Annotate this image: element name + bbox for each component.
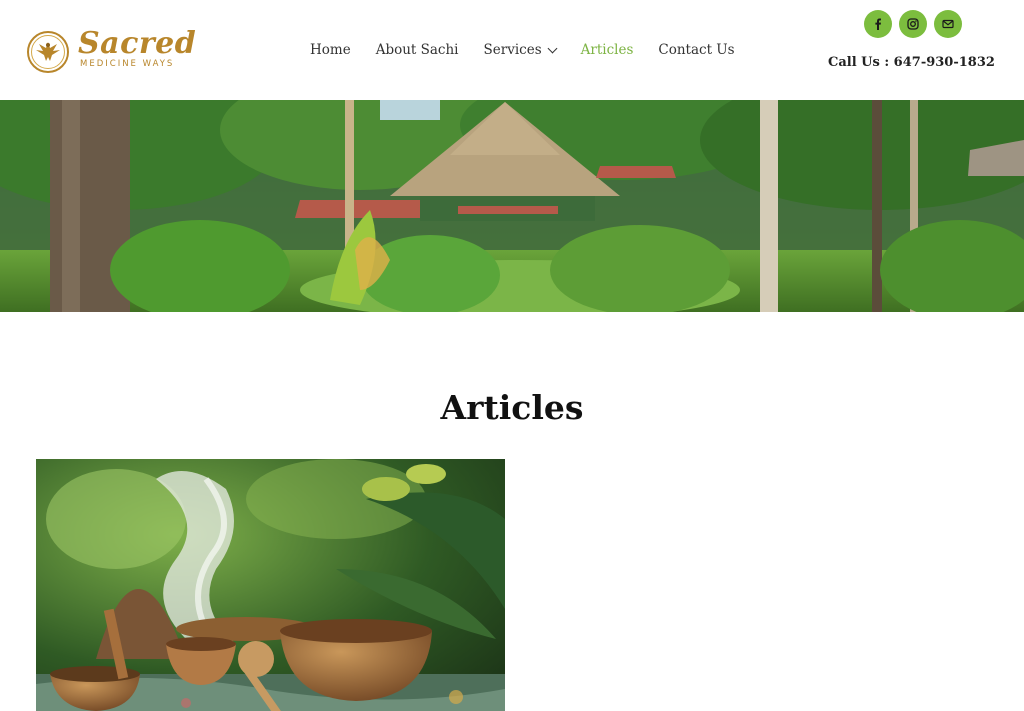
jungle-lodge-illustration xyxy=(0,100,1024,312)
facebook-button[interactable] xyxy=(864,10,892,38)
singing-bowl-ceremony-image xyxy=(36,459,505,711)
instagram-button[interactable] xyxy=(899,10,927,38)
chevron-down-icon xyxy=(547,43,558,53)
phoenix-emblem-icon xyxy=(27,31,69,73)
nav-services-label: Services xyxy=(483,42,542,58)
email-button[interactable] xyxy=(934,10,962,38)
main-nav: Home About Sachi Services Articles Conta… xyxy=(310,40,760,60)
article-card-image[interactable] xyxy=(36,459,505,711)
nav-home-label: Home xyxy=(310,42,351,58)
social-links xyxy=(864,10,962,38)
nav-about-sachi[interactable]: About Sachi xyxy=(376,40,459,60)
instagram-icon xyxy=(907,18,919,30)
logo-tagline: MEDICINE WAYS xyxy=(80,59,175,69)
site-logo[interactable]: Sacred MEDICINE WAYS xyxy=(26,26,196,74)
call-us-text[interactable]: Call Us : 647-930-1832 xyxy=(828,55,995,70)
page-title: Articles xyxy=(440,388,584,427)
nav-home[interactable]: Home xyxy=(310,40,351,60)
nav-contact-us[interactable]: Contact Us xyxy=(658,40,734,60)
logo-wordmark: Sacred xyxy=(78,26,197,61)
nav-articles-label: Articles xyxy=(580,42,634,58)
envelope-icon xyxy=(942,19,954,29)
facebook-icon xyxy=(875,18,881,30)
hero-banner-image xyxy=(0,100,1024,312)
nav-services[interactable]: Services xyxy=(483,40,558,60)
nav-contact-label: Contact Us xyxy=(658,42,735,58)
site-header: Sacred MEDICINE WAYS Home About Sachi Se… xyxy=(0,0,1024,100)
nav-about-label: About Sachi xyxy=(375,42,459,58)
nav-articles[interactable]: Articles xyxy=(581,40,634,60)
